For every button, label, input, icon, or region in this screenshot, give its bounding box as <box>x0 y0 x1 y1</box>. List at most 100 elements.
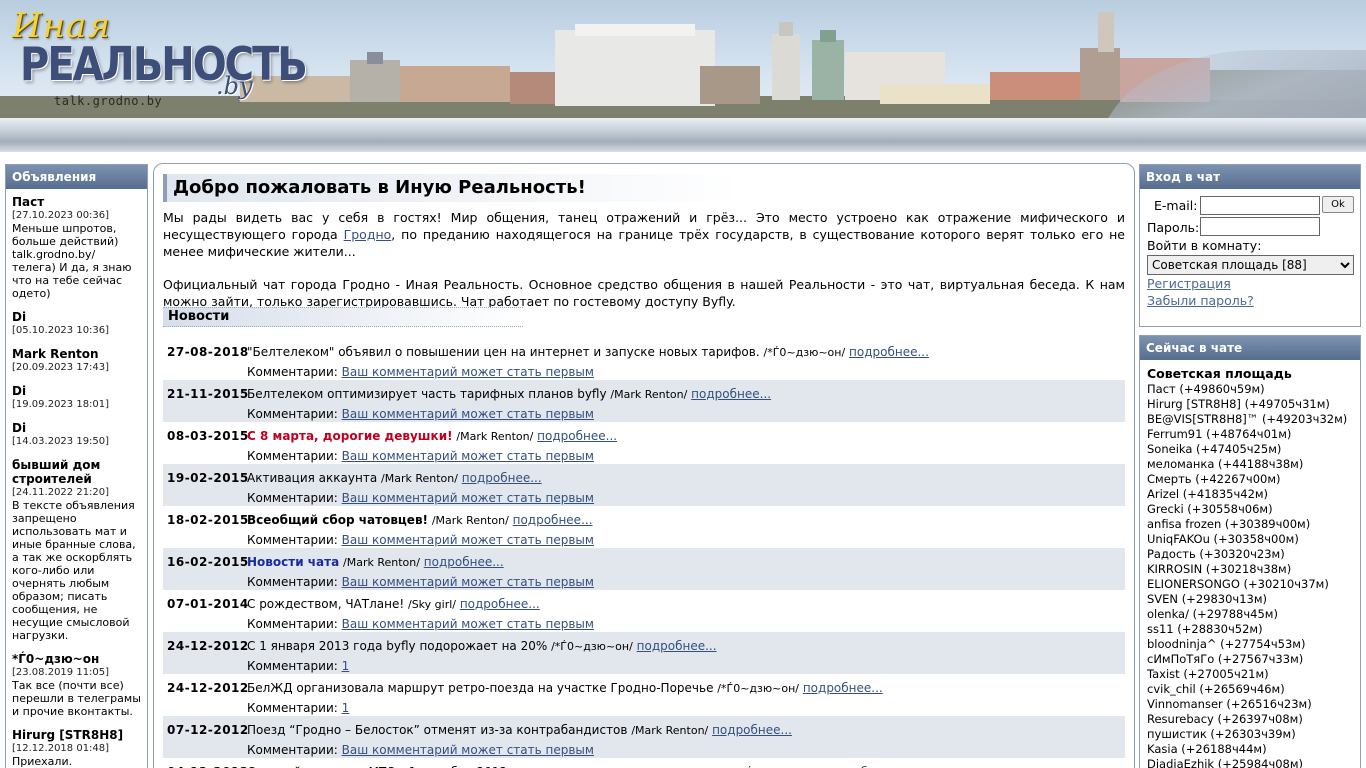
site-header: Иная РЕАЛЬНОСТЬ .by talk.grodno.by <box>0 0 1366 152</box>
online-user[interactable]: Soneika (+47405ч25м) <box>1147 442 1360 457</box>
comments-label: Комментарии: <box>247 617 338 631</box>
comments-link[interactable]: Ваш комментарий может стать первым <box>342 617 594 631</box>
news-comments: Комментарии: Ваш комментарий может стать… <box>167 614 1125 634</box>
site-logo[interactable]: Иная РЕАЛЬНОСТЬ .by talk.grodno.by <box>8 6 308 112</box>
online-user[interactable]: DiadiaEzhik (+25984ч08м) <box>1147 757 1360 768</box>
comments-link[interactable]: Ваш комментарий может стать первым <box>342 449 594 463</box>
online-user[interactable]: Arizel (+41835ч42м) <box>1147 487 1360 502</box>
news-comments: Комментарии: Ваш комментарий может стать… <box>167 572 1125 592</box>
email-label: E-mail: <box>1154 198 1198 213</box>
online-user[interactable]: Vinnomanser (+26516ч23м) <box>1147 697 1360 712</box>
comments-link[interactable]: Ваш комментарий может стать первым <box>342 533 594 547</box>
grodno-link[interactable]: Гродно <box>344 227 392 242</box>
comments-label: Комментарии: <box>247 659 338 673</box>
news-more-link[interactable]: подробнее... <box>462 471 542 485</box>
comments-link[interactable]: Ваш комментарий может стать первым <box>342 743 594 757</box>
ok-button[interactable]: Ok <box>1322 196 1354 213</box>
news-title: Новости чата <box>247 555 340 569</box>
online-user[interactable]: Kasia (+26188ч44м) <box>1147 742 1360 757</box>
room-select[interactable]: Советская площадь [88] <box>1147 255 1354 275</box>
news-more-link[interactable]: подробнее... <box>460 597 540 611</box>
comments-link[interactable]: Ваш комментарий может стать первым <box>342 407 594 421</box>
news-item: 18-02-2015Всеобщий сбор чатовцев! /Mark … <box>163 506 1125 548</box>
comments-link[interactable]: 1 <box>342 701 350 715</box>
room-name: Советская площадь <box>1147 366 1292 381</box>
forgot-password-link[interactable]: Забыли пароль? <box>1147 293 1254 308</box>
announcement-text: Так все (почти все) перешли в телеграмы … <box>12 679 141 718</box>
news-comments: Комментарии: Ваш комментарий может стать… <box>167 530 1125 550</box>
announcement-item: Di [14.03.2023 19:50] <box>12 421 142 448</box>
announcement-item: Mark Renton [20.09.2023 17:43] <box>12 347 142 374</box>
register-link[interactable]: Регистрация <box>1147 276 1231 291</box>
comments-link[interactable]: Ваш комментарий может стать первым <box>342 491 594 505</box>
online-user[interactable]: anfisa frozen (+30389ч00м) <box>1147 517 1360 532</box>
online-user[interactable]: Grecki (+30558ч06м) <box>1147 502 1360 517</box>
comments-label: Комментарии: <box>247 491 338 505</box>
comments-link[interactable]: Ваш комментарий может стать первым <box>342 575 594 589</box>
news-author: /Mark Renton/ <box>381 472 458 485</box>
news-author: /Mark Renton/ <box>343 556 420 569</box>
announcement-item: Паст [27.10.2023 00:36] Меньше шпротов, бо… <box>12 195 142 300</box>
news-date: 16-02-2015 <box>167 555 249 569</box>
announcement-date: [05.10.2023 10:36] <box>12 325 110 336</box>
online-users-panel: Сейчас в чате Советская площадь Паст (+4… <box>1139 335 1361 768</box>
news-title: С рождеством, ЧАТлане! <box>247 597 405 611</box>
comments-label: Комментарии: <box>247 449 338 463</box>
announcement-date: [19.09.2023 18:01] <box>12 399 110 410</box>
online-user[interactable]: Hirurg [STR8H8] (+49705ч31м) <box>1147 397 1360 412</box>
news-item: 19-02-2015Активация аккаунта /Mark Rento… <box>163 464 1125 506</box>
news-more-link[interactable]: подробнее... <box>424 555 504 569</box>
news-more-link[interactable]: подробнее... <box>712 723 792 737</box>
online-user[interactable]: ss11 (+28830ч52м) <box>1147 622 1360 637</box>
announcement-date: [27.10.2023 00:36] <box>12 210 110 221</box>
online-user[interactable]: Taxist (+27005ч21м) <box>1147 667 1360 682</box>
comments-label: Комментарии: <box>247 701 338 715</box>
online-user[interactable]: меломанка (+44188ч38м) <box>1147 457 1360 472</box>
online-user[interactable]: KIRROSIN (+30218ч38м) <box>1147 562 1360 577</box>
news-heading: Новости <box>163 307 523 327</box>
news-comments: Комментарии: Ваш комментарий может стать… <box>167 488 1125 508</box>
news-title: С 1 января 2013 года byfly подорожает на… <box>247 639 548 653</box>
online-user[interactable]: cvik_chil (+26569ч46м) <box>1147 682 1360 697</box>
online-user[interactable]: сИмПоТяГо (+27567ч33м) <box>1147 652 1360 667</box>
news-title: БелЖД организовала маршрут ретро-поезда … <box>247 681 714 695</box>
announcement-author: *Ѓ0~дзю~он <box>12 652 100 666</box>
online-user[interactable]: Resurebacy (+26397ч08м) <box>1147 712 1360 727</box>
news-more-link[interactable]: подробнее... <box>691 387 771 401</box>
online-user[interactable]: bloodninja^ (+27754ч53м) <box>1147 637 1360 652</box>
online-user[interactable]: ELIONERSONGO (+30210ч37м) <box>1147 577 1360 592</box>
online-user[interactable]: olenka/ (+29788ч45м) <box>1147 607 1360 622</box>
announcement-text: В тексте объявления запрещено использова… <box>12 499 136 642</box>
news-author: /*Ѓ0~дзю~он/ <box>717 682 799 695</box>
news-comments: Комментарии: Ваш комментарий может стать… <box>167 446 1125 466</box>
announcement-item: *Ѓ0~дзю~он [23.08.2019 11:05] Так все (поч… <box>12 652 142 718</box>
news-more-link[interactable]: подробнее... <box>803 681 883 695</box>
announcement-date: [23.08.2019 11:05] <box>12 667 110 678</box>
comments-link[interactable]: Ваш комментарий может стать первым <box>342 365 594 379</box>
online-user[interactable]: UniqFAKOu (+30358ч00м) <box>1147 532 1360 547</box>
online-user[interactable]: Ferrum91 (+48764ч01м) <box>1147 427 1360 442</box>
news-headline: 24-12-2012С 1 января 2013 года byfly под… <box>167 636 1125 656</box>
news-more-link[interactable]: подробнее... <box>537 429 617 443</box>
online-user[interactable]: Смерть (+42267ч00м) <box>1147 472 1360 487</box>
online-user[interactable]: Паст (+49860ч59м) <box>1147 382 1360 397</box>
news-more-link[interactable]: подробнее... <box>637 639 717 653</box>
comments-link[interactable]: 1 <box>342 659 350 673</box>
announcement-author: Hirurg [STR8H8] <box>12 728 124 742</box>
news-author: /Mark Renton/ <box>631 724 709 737</box>
online-user[interactable]: Радость (+30320ч23м) <box>1147 547 1360 562</box>
main-content: Добро пожаловать в Иную Реальность! Мы р… <box>153 163 1135 768</box>
news-title: Поезд “Гродно – Белосток” отменят из-за … <box>247 723 628 737</box>
announcement-item: бывший дом строителей [24.11.2022 21:20] В… <box>12 458 142 642</box>
announcement-author: Mark Renton <box>12 347 99 361</box>
news-date: 21-11-2015 <box>167 387 249 401</box>
email-field[interactable] <box>1200 196 1320 215</box>
news-item: 08-03-2015С 8 марта, дорогие девушки! /M… <box>163 422 1125 464</box>
announcement-author: Di <box>12 421 27 435</box>
password-field[interactable] <box>1200 217 1320 236</box>
news-more-link[interactable]: подробнее... <box>513 513 593 527</box>
news-more-link[interactable]: подробнее... <box>849 345 929 359</box>
online-user[interactable]: BE@VIS[STR8H8]™ (+49203ч32м) <box>1147 412 1360 427</box>
online-user[interactable]: пушистик (+26303ч39м) <box>1147 727 1360 742</box>
online-user[interactable]: SVEN (+29830ч13м) <box>1147 592 1360 607</box>
